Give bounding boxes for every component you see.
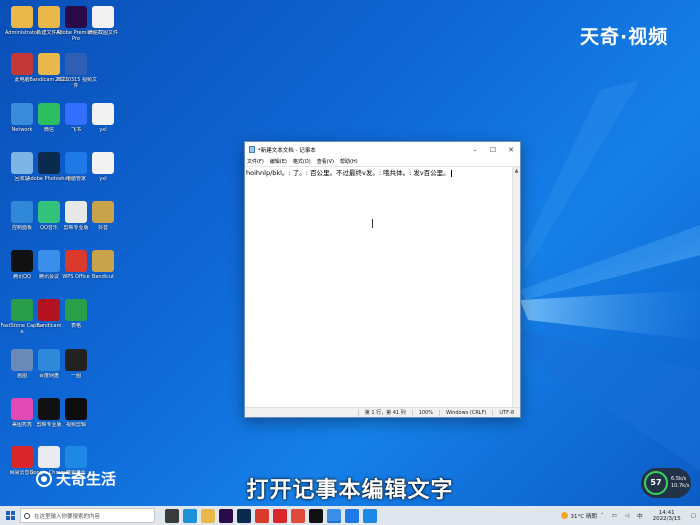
notification-icon[interactable]: ▢ <box>691 513 696 519</box>
ime-icon[interactable]: 中 <box>637 512 643 520</box>
desktop-icon[interactable]: 微信截图文件 <box>81 4 125 52</box>
desktop-icon-label: yxl <box>99 127 107 133</box>
minimize-icon[interactable]: – <box>466 146 484 154</box>
notepad-title: *新建文本文档 - 记事本 <box>258 147 316 154</box>
video-caption: 打开记事本编辑文字 <box>246 478 454 503</box>
document-icon <box>92 103 114 125</box>
menu-format[interactable]: 格式(O) <box>293 158 311 165</box>
desktop-icon[interactable]: yxl <box>81 101 125 149</box>
desktop-icon-label: yxl <box>99 176 107 182</box>
start-button[interactable] <box>0 506 20 525</box>
desktop-icon-label: 表格 <box>70 323 81 329</box>
menu-file[interactable]: 文件(F) <box>247 158 264 165</box>
close-icon[interactable]: ✕ <box>502 146 520 154</box>
desktop-icon[interactable]: 视频剪辑 <box>54 396 98 444</box>
desktop-icon-label: 微信截图文件 <box>87 30 118 36</box>
volume-icon[interactable]: ◁ <box>625 513 629 519</box>
network-icon[interactable]: ▭ <box>612 513 617 519</box>
status-encoding: UTF-8 <box>492 409 520 416</box>
desktop-icon[interactable]: 一图 <box>54 347 98 395</box>
task-view-icon[interactable] <box>165 508 179 523</box>
status-position: 第 1 行，第 41 列 <box>357 409 412 416</box>
weather-text[interactable]: 31°C 晴朗 <box>571 512 597 520</box>
desktop-icon[interactable]: yxl <box>81 150 125 198</box>
taskbar: 在这里输入你要搜索的内容 31°C 晴朗 ˄ ▭ ◁ 中 14:41 2022/… <box>0 506 700 525</box>
word-doc-icon <box>65 53 87 75</box>
weather-icon <box>560 512 568 519</box>
clock[interactable]: 14:41 2022/3/15 <box>653 510 681 522</box>
desktop-icon[interactable]: 表格 <box>54 297 98 345</box>
notepad-menubar: 文件(F) 编辑(E) 格式(O) 查看(V) 帮助(H) <box>245 157 520 167</box>
notepad-text: hoihnlp/bkl。: 了。: 百公里。不过最终v发。: 哦共体。: 发v百… <box>246 169 450 177</box>
cpu-gauge: 57 <box>644 471 668 495</box>
upload-rate: 6.5k/s <box>671 476 687 482</box>
download-rate: 10.7k/s <box>671 483 690 489</box>
taskbar-search[interactable]: 在这里输入你要搜索的内容 <box>20 508 155 523</box>
maximize-icon[interactable]: ☐ <box>484 146 502 154</box>
file-explorer-icon[interactable] <box>201 508 215 523</box>
desktop-icon-label: 视频剪辑 <box>65 422 86 428</box>
notepad-icon[interactable] <box>327 508 341 523</box>
archive-icon <box>92 250 114 272</box>
desktop-icon-label: Bandicut <box>91 274 115 280</box>
notepad-text-area[interactable]: hoihnlp/bkl。: 了。: 百公里。不过最终v发。: 哦共体。: 发v百… <box>245 167 512 407</box>
black-square-icon <box>65 398 87 420</box>
taskbar-apps <box>163 508 379 523</box>
pc-manager-icon[interactable] <box>345 508 359 523</box>
text-caret <box>450 169 452 177</box>
scroll-up-icon[interactable]: ▲ <box>513 167 520 175</box>
search-placeholder: 在这里输入你要搜索的内容 <box>34 513 101 520</box>
photo-icon <box>65 349 87 371</box>
text-cursor-icon <box>372 219 375 228</box>
menu-edit[interactable]: 编辑(E) <box>270 158 287 165</box>
spreadsheet-icon <box>65 299 87 321</box>
kugou-icon[interactable] <box>363 508 377 523</box>
kugou-icon <box>65 446 87 468</box>
desktop-icon[interactable]: Bandicut <box>81 248 125 296</box>
search-icon <box>24 512 30 519</box>
windows-logo-icon <box>5 511 15 520</box>
premiere-icon[interactable] <box>219 508 233 523</box>
desktop-icon-label: 一图 <box>70 373 81 379</box>
notepad-window[interactable]: *新建文本文档 - 记事本 – ☐ ✕ 文件(F) 编辑(E) 格式(O) 查看… <box>244 141 521 418</box>
desktop-icon[interactable]: 20220315 视频文件 <box>54 51 98 99</box>
photoshop-icon[interactable] <box>237 508 251 523</box>
document-icon <box>92 152 114 174</box>
clock-date: 2022/3/15 <box>652 515 681 522</box>
netease-icon[interactable] <box>273 508 287 523</box>
notepad-statusbar: 第 1 行，第 41 列 100% Windows (CRLF) UTF-8 <box>245 407 520 417</box>
tray-chevron-icon[interactable]: ˄ <box>601 513 604 519</box>
edge-icon[interactable] <box>183 508 197 523</box>
notepad-icon <box>249 146 255 153</box>
menu-view[interactable]: 查看(V) <box>317 158 334 165</box>
wps-icon[interactable] <box>255 508 269 523</box>
notepad-titlebar[interactable]: *新建文本文档 - 记事本 – ☐ ✕ <box>245 142 520 157</box>
desktop-icon-label: 20220315 视频文件 <box>54 77 98 89</box>
vertical-scrollbar[interactable]: ▲ <box>512 167 520 407</box>
system-tray: 31°C 晴朗 ˄ ▭ ◁ 中 14:41 2022/3/15 ▢ <box>560 510 700 522</box>
capcut-icon[interactable] <box>309 508 323 523</box>
desktop-icon-label: 抖音 <box>97 225 108 231</box>
chrome-icon[interactable] <box>291 508 305 523</box>
document-icon <box>92 6 114 28</box>
menu-help[interactable]: 帮助(H) <box>340 158 358 165</box>
network-speed-widget[interactable]: 57 6.5k/s 10.7k/s <box>641 468 691 498</box>
desktop-icon[interactable]: 抖音 <box>81 199 125 247</box>
archive-icon <box>92 201 114 223</box>
status-line-ending: Windows (CRLF) <box>438 409 492 416</box>
brand-watermark-top: 天奇·视频 <box>580 26 669 48</box>
status-zoom: 100% <box>411 409 439 416</box>
